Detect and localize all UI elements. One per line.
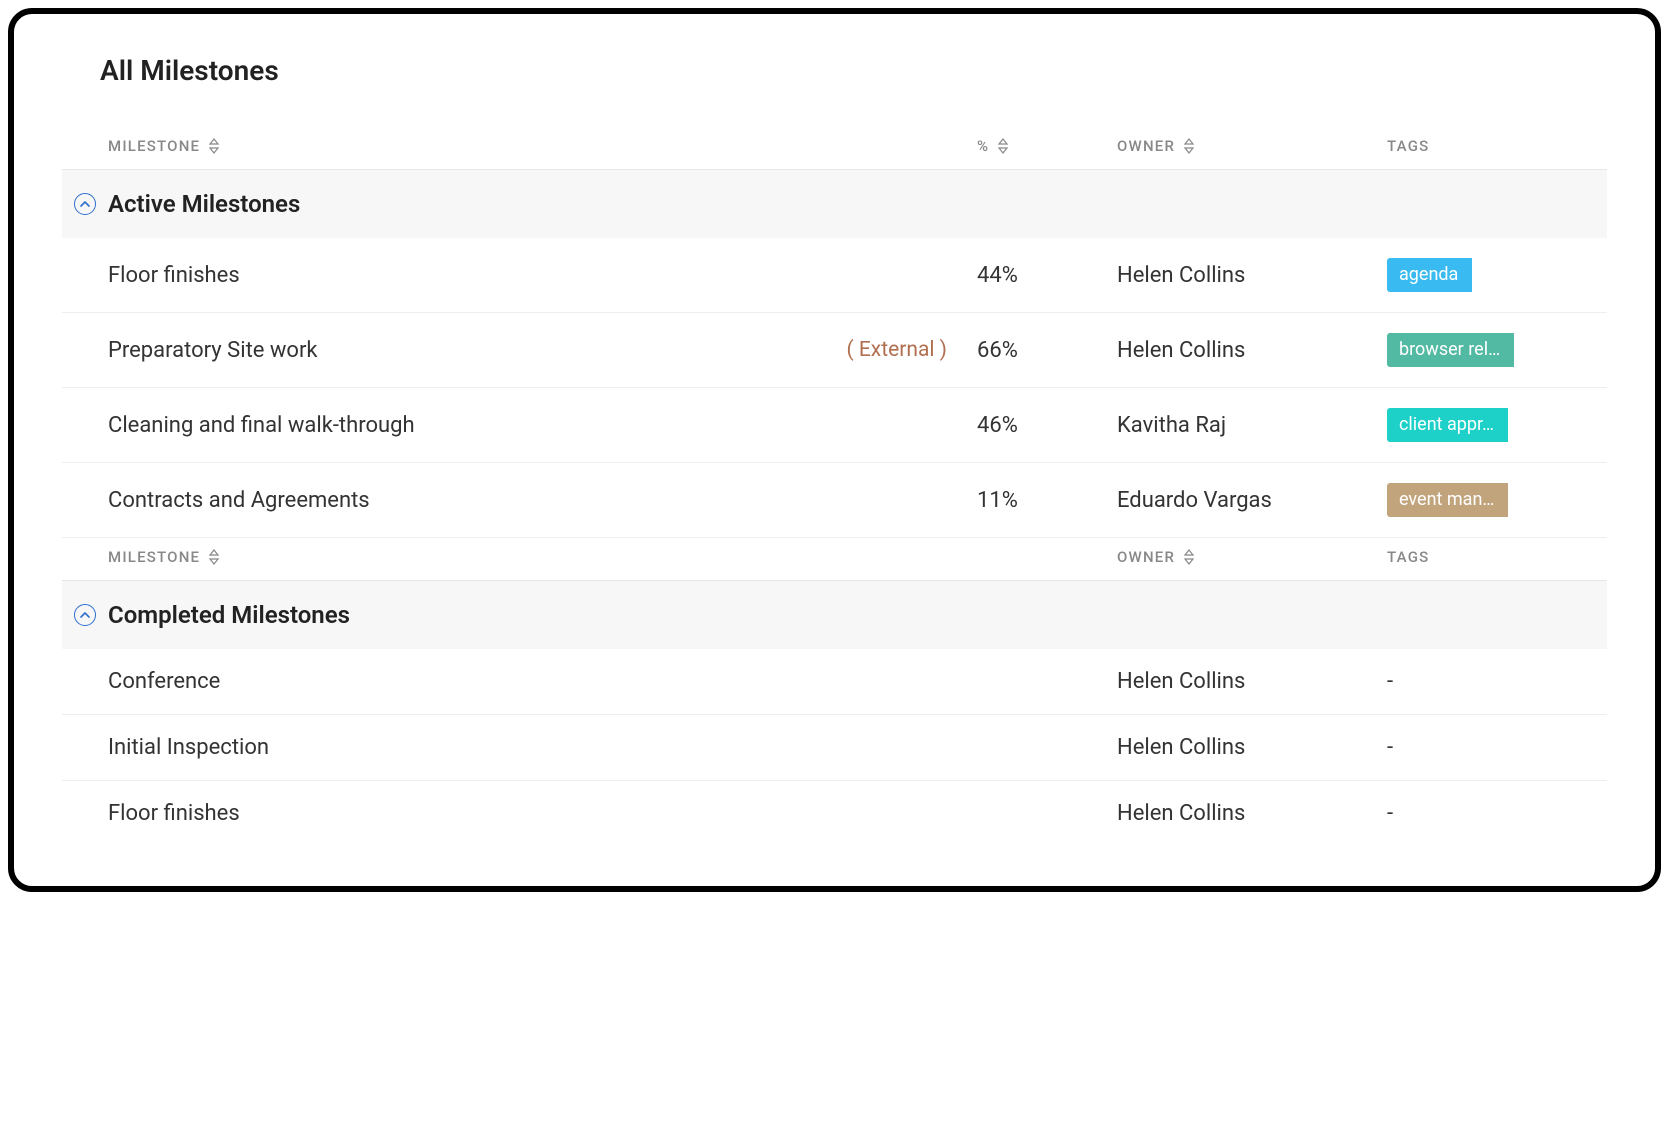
column-header-tags-label: TAGS [1387, 548, 1429, 566]
table-header-active: MILESTONE % OWNER TAGS [62, 127, 1607, 170]
tag-cell-dash: - [1387, 669, 1607, 694]
table-row[interactable]: Preparatory Site work ( External ) 66% H… [62, 313, 1607, 388]
milestone-cell: Floor finishes [108, 801, 957, 826]
column-header-milestone[interactable]: MILESTONE [108, 548, 957, 566]
column-header-percent-label: % [977, 137, 989, 155]
column-header-milestone-label: MILESTONE [108, 137, 200, 155]
table-row[interactable]: Floor finishes Helen Collins - [62, 781, 1607, 846]
sort-icon [1183, 549, 1195, 565]
owner-cell: Kavitha Raj [1117, 413, 1367, 438]
tag-badge[interactable]: event man… [1387, 483, 1508, 517]
table-row[interactable]: Initial Inspection Helen Collins - [62, 715, 1607, 781]
owner-cell: Helen Collins [1117, 338, 1367, 363]
table-row[interactable]: Floor finishes 44% Helen Collins agenda [62, 238, 1607, 313]
column-header-milestone[interactable]: MILESTONE [108, 137, 957, 155]
milestone-name: Preparatory Site work [108, 338, 318, 363]
column-header-percent[interactable]: % [977, 137, 1097, 155]
owner-cell: Eduardo Vargas [1117, 488, 1367, 513]
milestone-cell: Conference [108, 669, 957, 694]
milestone-name: Cleaning and final walk-through [108, 413, 415, 438]
sort-icon [1183, 138, 1195, 154]
sort-icon [208, 549, 220, 565]
column-header-owner[interactable]: OWNER [1117, 137, 1367, 155]
table-row[interactable]: Cleaning and final walk-through 46% Kavi… [62, 388, 1607, 463]
percent-cell: 46% [977, 413, 1097, 438]
sort-icon [208, 138, 220, 154]
milestone-cell: Contracts and Agreements [108, 488, 957, 513]
section-header-completed: Completed Milestones [62, 581, 1607, 649]
external-label: ( External ) [846, 338, 947, 362]
column-header-tags: TAGS [1387, 548, 1607, 566]
column-header-owner[interactable]: OWNER [1117, 548, 1367, 566]
column-header-tags: TAGS [1387, 137, 1607, 155]
column-header-percent-blank [977, 548, 1097, 566]
section-header-active: Active Milestones [62, 170, 1607, 238]
milestone-name: Conference [108, 669, 220, 694]
tag-cell: client appr… [1387, 408, 1607, 442]
column-header-tags-label: TAGS [1387, 137, 1429, 155]
tag-cell: browser rel… [1387, 333, 1607, 367]
table-row[interactable]: Contracts and Agreements 11% Eduardo Var… [62, 463, 1607, 538]
milestones-panel: All Milestones MILESTONE % OWNER TAGS [8, 8, 1661, 892]
owner-cell: Helen Collins [1117, 263, 1367, 288]
table-row[interactable]: Conference Helen Collins - [62, 649, 1607, 715]
owner-cell: Helen Collins [1117, 801, 1367, 826]
tag-badge[interactable]: browser rel… [1387, 333, 1514, 367]
milestone-name: Initial Inspection [108, 735, 269, 760]
milestone-name: Contracts and Agreements [108, 488, 370, 513]
owner-cell: Helen Collins [1117, 669, 1367, 694]
collapse-icon[interactable] [74, 604, 96, 626]
percent-cell: 44% [977, 263, 1097, 288]
column-header-owner-label: OWNER [1117, 137, 1175, 155]
milestone-cell: Floor finishes [108, 263, 957, 288]
column-header-milestone-label: MILESTONE [108, 548, 200, 566]
tag-badge[interactable]: agenda [1387, 258, 1472, 292]
sort-icon [997, 138, 1009, 154]
collapse-icon[interactable] [74, 193, 96, 215]
column-header-owner-label: OWNER [1117, 548, 1175, 566]
milestone-cell: Initial Inspection [108, 735, 957, 760]
tag-cell-dash: - [1387, 801, 1607, 826]
tag-badge[interactable]: client appr… [1387, 408, 1508, 442]
tag-cell: event man… [1387, 483, 1607, 517]
table-header-completed: MILESTONE OWNER TAGS [62, 538, 1607, 581]
page-title: All Milestones [100, 54, 1607, 87]
percent-cell: 11% [977, 488, 1097, 513]
owner-cell: Helen Collins [1117, 735, 1367, 760]
tag-cell-dash: - [1387, 735, 1607, 760]
milestone-name: Floor finishes [108, 263, 240, 288]
percent-cell: 66% [977, 338, 1097, 363]
milestone-cell: Preparatory Site work ( External ) [108, 338, 957, 363]
milestone-name: Floor finishes [108, 801, 240, 826]
milestone-cell: Cleaning and final walk-through [108, 413, 957, 438]
section-title-active: Active Milestones [108, 190, 300, 218]
tag-cell: agenda [1387, 258, 1607, 292]
section-title-completed: Completed Milestones [108, 601, 350, 629]
